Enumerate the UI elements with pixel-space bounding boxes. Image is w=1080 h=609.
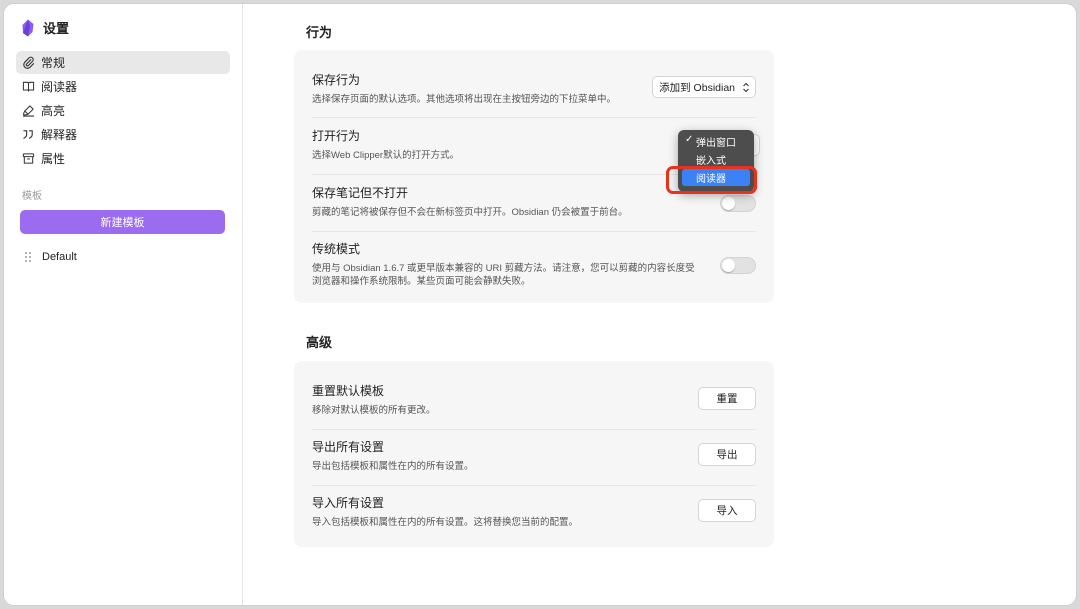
import-button[interactable]: 导入 <box>698 499 756 522</box>
legacy-mode-row: 传统模式 使用与 Obsidian 1.6.7 或更早版本兼容的 URI 剪藏方… <box>312 240 756 292</box>
toggle-knob <box>722 197 735 210</box>
row-description: 剪藏的笔记将被保存但不会在新标签页中打开。Obsidian 仍会被置于前台。 <box>312 207 628 218</box>
legacy-mode-toggle[interactable] <box>720 257 756 274</box>
obsidian-logo-icon <box>22 19 34 36</box>
description-line: 使用与 Obsidian 1.6.7 或更早版本兼容的 URI 剪藏方法。请注意… <box>312 263 695 274</box>
row-description: 导入包括模板和属性在内的所有设置。这将替换您当前的配置。 <box>312 517 579 528</box>
sidebar-item-interpreter[interactable]: 解释器 <box>16 123 230 146</box>
export-settings-row: 导出所有设置 导出包括模板和属性在内的所有设置。 导出 <box>312 438 756 478</box>
menu-item-label: 嵌入式 <box>696 156 726 167</box>
row-title: 传统模式 <box>312 242 361 256</box>
sidebar-item-label: 阅读器 <box>41 80 78 94</box>
sidebar-item-label: 常规 <box>41 56 66 70</box>
settings-window: 设置 常规 阅读器 高亮 解释器 属性 模板 新建模板 Default 行为 保… <box>4 4 1076 605</box>
export-button[interactable]: 导出 <box>698 443 756 466</box>
quote-icon <box>22 128 35 141</box>
behavior-section-title: 行为 <box>306 25 333 40</box>
drag-handle-icon[interactable] <box>24 251 32 263</box>
menu-item-label: 弹出窗口 <box>696 138 736 149</box>
reset-template-row: 重置默认模板 移除对默认模板的所有更改。 重置 <box>312 382 756 422</box>
sidebar: 设置 常规 阅读器 高亮 解释器 属性 模板 新建模板 Default <box>4 4 243 605</box>
select-value: 添加到 Obsidian <box>659 81 735 94</box>
annotation-highlight <box>666 166 757 194</box>
sidebar-item-label: 属性 <box>41 152 66 166</box>
row-title: 导出所有设置 <box>312 440 385 454</box>
new-template-button[interactable]: 新建模板 <box>20 210 225 234</box>
template-label: Default <box>42 251 77 263</box>
templates-section-label: 模板 <box>22 191 42 202</box>
reset-button[interactable]: 重置 <box>698 387 756 410</box>
checkmark-icon: ✓ <box>685 134 694 145</box>
sidebar-item-highlights[interactable]: 高亮 <box>16 99 230 122</box>
highlighter-icon <box>22 104 35 117</box>
template-item-default[interactable]: Default <box>24 251 77 263</box>
sidebar-item-label: 解释器 <box>41 128 78 142</box>
row-title: 重置默认模板 <box>312 384 385 398</box>
sidebar-nav: 常规 阅读器 高亮 解释器 属性 <box>16 51 230 171</box>
divider <box>312 231 756 232</box>
paperclip-icon <box>22 56 35 69</box>
menu-item-popup[interactable]: ✓ 弹出窗口 <box>682 133 750 150</box>
sidebar-item-general[interactable]: 常规 <box>16 51 230 74</box>
sidebar-item-label: 高亮 <box>41 104 66 118</box>
app-title: 设置 <box>43 21 70 36</box>
divider <box>312 429 756 430</box>
advanced-section-title: 高级 <box>306 335 333 350</box>
row-description: 导出包括模板和属性在内的所有设置。 <box>312 461 474 472</box>
app-header: 设置 <box>20 18 69 37</box>
save-behavior-row: 保存行为 选择保存页面的默认选项。其他选项将出现在主按钮旁边的下拉菜单中。 添加… <box>312 71 756 111</box>
main-content: 行为 保存行为 选择保存页面的默认选项。其他选项将出现在主按钮旁边的下拉菜单中。… <box>244 4 1076 605</box>
toggle-knob <box>722 259 735 272</box>
save-behavior-select[interactable]: 添加到 Obsidian <box>652 76 756 98</box>
advanced-group: 重置默认模板 移除对默认模板的所有更改。 重置 导出所有设置 导出包括模板和属性… <box>294 361 774 547</box>
divider <box>312 485 756 486</box>
sidebar-item-properties[interactable]: 属性 <box>16 147 230 170</box>
row-description: 移除对默认模板的所有更改。 <box>312 405 436 416</box>
chevron-up-down-icon <box>743 82 749 93</box>
sidebar-item-reader[interactable]: 阅读器 <box>16 75 230 98</box>
divider <box>312 117 756 118</box>
import-settings-row: 导入所有设置 导入包括模板和属性在内的所有设置。这将替换您当前的配置。 导入 <box>312 494 756 534</box>
row-title: 导入所有设置 <box>312 496 385 510</box>
book-icon <box>22 80 35 93</box>
archive-icon <box>22 152 35 165</box>
row-description: 使用与 Obsidian 1.6.7 或更早版本兼容的 URI 剪藏方法。请注意… <box>312 262 756 288</box>
save-no-open-toggle[interactable] <box>720 195 756 212</box>
description-line: 浏览器和操作系统限制。某些页面可能会静默失败。 <box>312 276 531 287</box>
